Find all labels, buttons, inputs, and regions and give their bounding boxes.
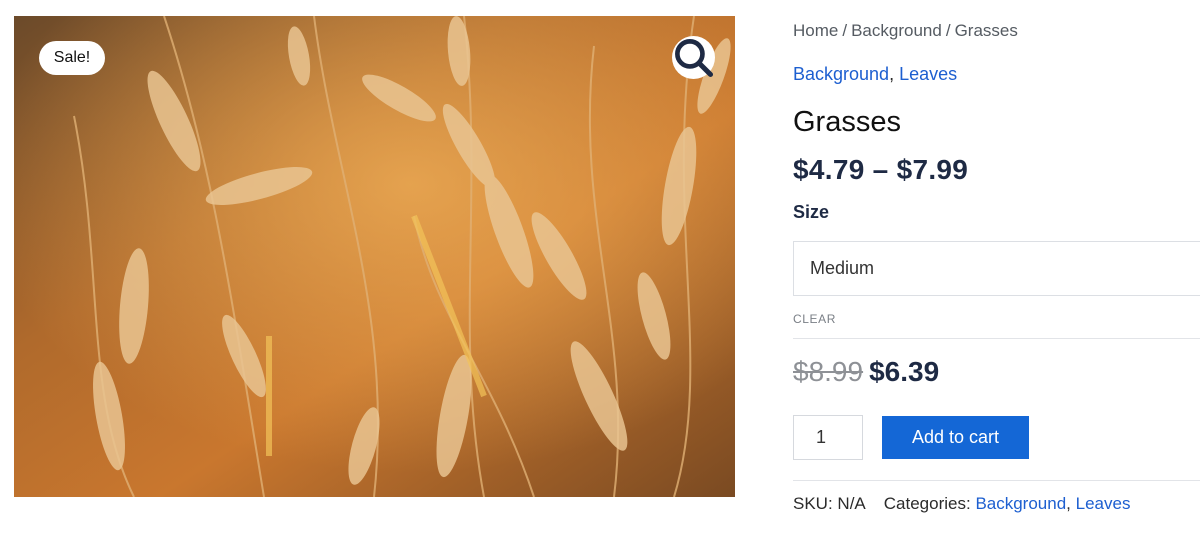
product-category-links: Background, Leaves — [793, 64, 957, 85]
quantity-input[interactable] — [793, 415, 863, 460]
search-icon — [675, 39, 714, 78]
zoom-button[interactable] — [672, 36, 715, 79]
variation-price: $8.99 $6.39 — [793, 356, 939, 388]
breadcrumb-home[interactable]: Home — [793, 21, 838, 40]
sku-label: SKU: — [793, 494, 833, 513]
meta-category-link-background[interactable]: Background — [975, 494, 1066, 513]
meta-category-separator: , — [1066, 494, 1071, 513]
product-image[interactable] — [14, 16, 735, 497]
category-link-background[interactable]: Background — [793, 64, 889, 84]
sale-badge: Sale! — [39, 41, 105, 75]
divider — [793, 480, 1200, 481]
breadcrumb: Home / Background / Grasses — [793, 21, 1018, 41]
product-summary: Home / Background / Grasses Background, Leav… — [793, 0, 1200, 534]
breadcrumb-separator: / — [842, 21, 848, 40]
meta-category-link-leaves[interactable]: Leaves — [1076, 494, 1131, 513]
breadcrumb-background[interactable]: Background — [851, 21, 942, 40]
add-to-cart-button[interactable]: Add to cart — [882, 416, 1029, 459]
category-link-leaves[interactable]: Leaves — [899, 64, 957, 84]
sku-value: N/A — [837, 494, 866, 513]
sku: SKU: N/A — [793, 494, 866, 513]
product-title: Grasses — [793, 106, 901, 138]
breadcrumb-current: Grasses — [954, 21, 1018, 40]
divider — [793, 338, 1200, 339]
original-price: $8.99 — [793, 356, 864, 387]
product-meta: SKU: N/A Categories: Background, Leaves — [793, 494, 1130, 514]
product-image-gallery: Sale! — [14, 16, 735, 497]
size-select[interactable]: Medium — [793, 241, 1200, 296]
clear-selection-link[interactable]: CLEAR — [793, 312, 836, 326]
breadcrumb-separator: / — [945, 21, 951, 40]
price-range: $4.79 – $7.99 — [793, 154, 969, 185]
size-label: Size — [793, 202, 830, 222]
category-separator: , — [889, 64, 895, 84]
categories-label: Categories: — [883, 494, 971, 513]
sale-price: $6.39 — [869, 356, 940, 387]
